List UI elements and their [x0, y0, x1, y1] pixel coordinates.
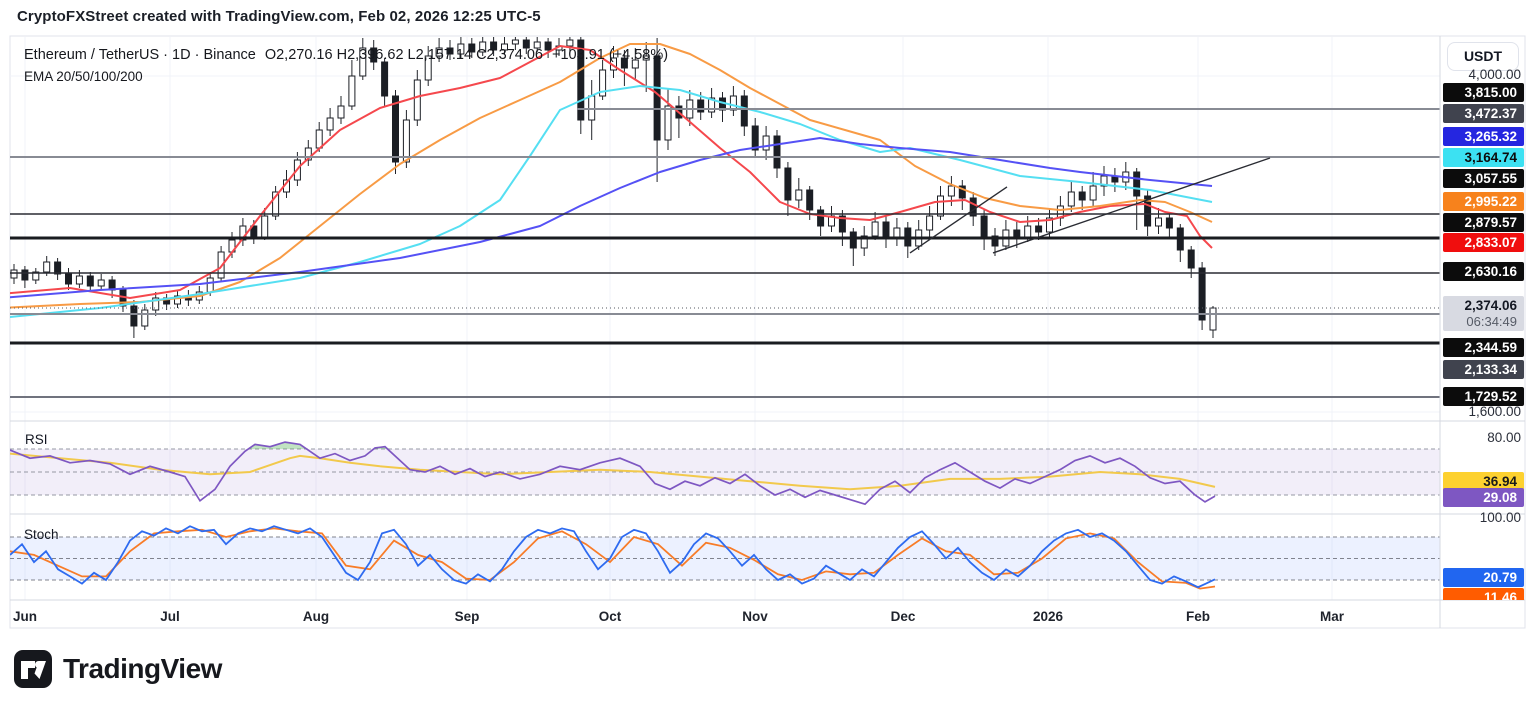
scale-badge: 2,344.59: [1443, 338, 1524, 357]
scale-badge: 29.08: [1443, 488, 1524, 507]
symbol-header: Ethereum / TetherUS · 1D · Binance O2,270…: [24, 47, 677, 63]
scale-axis-label: 4,000.00: [1468, 67, 1521, 82]
rsi-panel[interactable]: [10, 441, 1440, 506]
price-scale[interactable]: [1440, 36, 1526, 628]
scale-badge: 3,472.37: [1443, 104, 1524, 123]
scale-badge: 11.46: [1443, 588, 1524, 600]
badge-clip-wrapper: 11.46: [1443, 588, 1524, 600]
rsi-panel-label[interactable]: RSI: [25, 432, 48, 447]
indicator-header[interactable]: EMA 20/50/100/200: [24, 69, 143, 84]
scale-badge: 2,833.07: [1443, 233, 1524, 252]
time-axis-label: Aug: [302, 609, 330, 624]
time-axis-label: Oct: [598, 609, 622, 624]
attribution-text: CryptoFXStreet created with TradingView.…: [17, 8, 541, 25]
current-price-value: 2,374.06: [1464, 298, 1517, 313]
time-axis-label: Mar: [1319, 609, 1345, 624]
symbol-title[interactable]: Ethereum / TetherUS · 1D · Binance: [24, 47, 256, 63]
stoch-panel-label[interactable]: Stoch: [24, 527, 59, 542]
time-axis-label: Jul: [160, 609, 180, 624]
scale-badge: 2,133.34: [1443, 360, 1524, 379]
tradingview-wordmark: TradingView: [63, 653, 222, 684]
time-axis-label: Feb: [1185, 609, 1211, 624]
scale-badge: 20.79: [1443, 568, 1524, 587]
scale-badge: 3,057.55: [1443, 169, 1524, 188]
time-scale[interactable]: [10, 600, 1440, 628]
time-axis-label: 2026: [1032, 609, 1064, 624]
scale-axis-label: 100.00: [1479, 510, 1521, 525]
time-axis-label: Nov: [742, 609, 768, 624]
scale-badge: 2,879.57: [1443, 213, 1524, 232]
bar-countdown: 06:34:49: [1466, 314, 1517, 329]
scale-badge: 3,265.32: [1443, 127, 1524, 146]
scale-axis-label: 1,600.00: [1468, 404, 1521, 419]
scale-badge: 3,164.74: [1443, 148, 1524, 167]
scale-axis-label: 80.00: [1487, 430, 1521, 445]
time-axis-label: Dec: [890, 609, 916, 624]
tradingview-chart-screenshot: CryptoFXStreet created with TradingView.…: [0, 0, 1536, 710]
ohlc-values: O2,270.16 H2,396.62 L2,157.14 C2,374.06: [264, 47, 543, 63]
scale-badge: 2,995.22: [1443, 192, 1524, 211]
tradingview-logo-icon: [14, 650, 52, 688]
change-value: +103.91 (+4.58%): [552, 47, 669, 63]
time-axis-label: Jun: [12, 609, 38, 624]
scale-badge: 3,815.00: [1443, 83, 1524, 102]
scale-badge: 2,630.16: [1443, 262, 1524, 281]
time-axis-label: Sep: [454, 609, 480, 624]
current-price-badge: 2,374.06 06:34:49: [1443, 296, 1524, 331]
tradingview-logo[interactable]: TradingView: [13, 649, 222, 689]
